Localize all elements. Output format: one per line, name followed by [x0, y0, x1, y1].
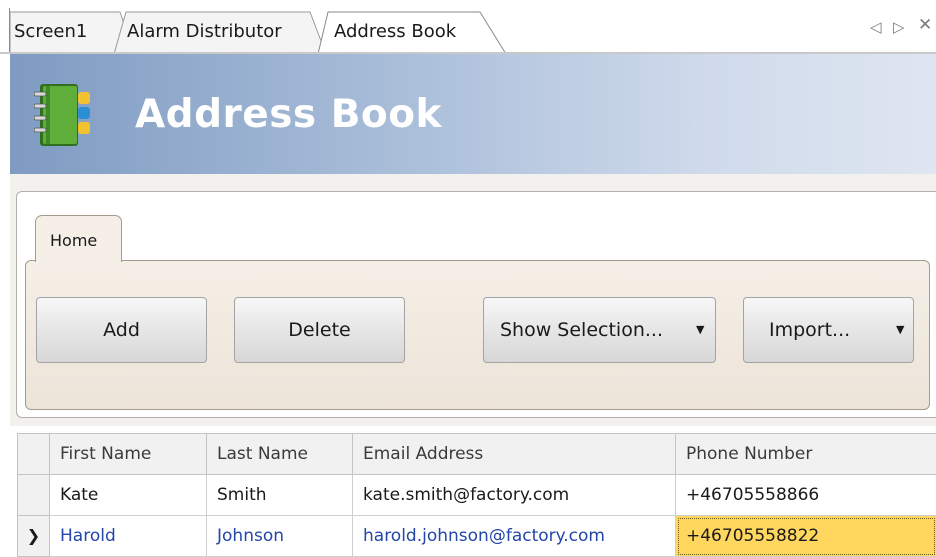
page-title: Address Book: [135, 92, 442, 137]
cell-phone-focused[interactable]: +46705558822: [675, 515, 936, 557]
row-header-corner: [17, 433, 50, 475]
add-button[interactable]: Add: [36, 297, 207, 363]
cell-email[interactable]: kate.smith@factory.com: [352, 474, 676, 516]
tab-screen1[interactable]: Screen1: [10, 10, 135, 54]
dropdown-arrow-icon: ▼: [896, 323, 905, 336]
column-header-email[interactable]: Email Address: [352, 433, 676, 475]
tab-screen1-label: Screen1: [14, 21, 88, 42]
document-tab-strip: Screen1 Alarm Distributor Address Book ◁…: [0, 0, 936, 54]
cell-last-name[interactable]: Smith: [206, 474, 353, 516]
import-button-label: Import...: [769, 319, 851, 341]
show-selection-button-label: Show Selection...: [500, 319, 663, 341]
dropdown-arrow-icon: ▼: [696, 323, 705, 336]
tab-address-book-label: Address Book: [334, 21, 457, 42]
cell-last-name[interactable]: Johnson: [206, 515, 353, 557]
cell-first-name[interactable]: Harold: [49, 515, 207, 557]
current-row-chevron-icon: ❯: [26, 526, 41, 545]
add-button-label: Add: [103, 319, 140, 341]
header-banner: Address Book: [0, 54, 936, 174]
column-header-last-name[interactable]: Last Name: [206, 433, 353, 475]
triangle-left-icon[interactable]: ◁: [870, 18, 882, 36]
table-header-row: First Name Last Name Email Address Phone…: [17, 433, 936, 475]
close-icon[interactable]: ✕: [918, 15, 932, 35]
show-selection-button[interactable]: Show Selection... ▼: [483, 297, 716, 363]
table-row[interactable]: Kate Smith kate.smith@factory.com +46705…: [17, 474, 936, 516]
cell-first-name[interactable]: Kate: [49, 474, 207, 516]
address-book-icon: [34, 84, 90, 146]
tab-alarm-distributor[interactable]: Alarm Distributor: [114, 10, 327, 54]
cell-phone[interactable]: +46705558866: [675, 474, 936, 516]
contacts-table: First Name Last Name Email Address Phone…: [17, 433, 936, 557]
triangle-right-icon[interactable]: ▷: [893, 18, 905, 36]
table-row-selected[interactable]: ❯ Harold Johnson harold.johnson@factory.…: [17, 515, 936, 557]
ribbon-tab-home[interactable]: Home: [35, 215, 122, 262]
cell-email[interactable]: harold.johnson@factory.com: [352, 515, 676, 557]
delete-button-label: Delete: [288, 319, 351, 341]
row-header[interactable]: [17, 474, 50, 516]
column-header-first-name[interactable]: First Name: [49, 433, 207, 475]
row-header[interactable]: ❯: [17, 515, 50, 557]
import-button[interactable]: Import... ▼: [743, 297, 914, 363]
tab-alarm-distributor-label: Alarm Distributor: [127, 21, 282, 42]
column-header-phone[interactable]: Phone Number: [675, 433, 936, 475]
tab-address-book[interactable]: Address Book: [318, 10, 508, 54]
delete-button[interactable]: Delete: [234, 297, 405, 363]
